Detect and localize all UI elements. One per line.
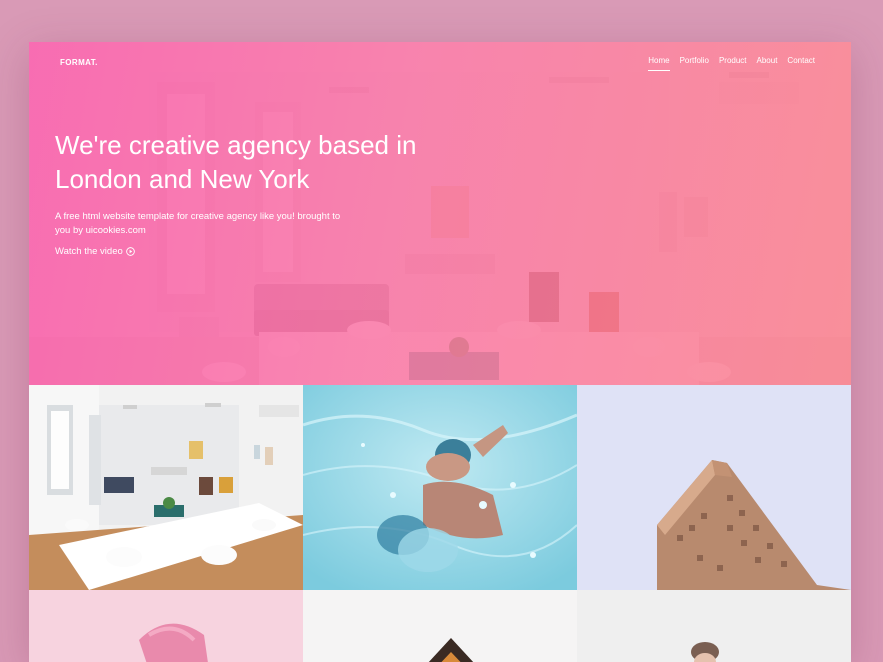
building-photo	[577, 385, 851, 590]
page-frame: FORMAT. Home Portfolio Product About Con…	[29, 42, 851, 662]
house-photo	[303, 590, 577, 662]
main-nav: Home Portfolio Product About Contact	[648, 56, 815, 71]
play-circle-icon	[125, 247, 135, 256]
swimmer-photo	[303, 385, 577, 590]
office-photo	[29, 385, 303, 590]
portrait-photo	[577, 590, 851, 662]
hero-section: FORMAT. Home Portfolio Product About Con…	[29, 42, 851, 385]
hero-title: We're creative agency based in London an…	[55, 130, 417, 194]
hero-description: A free html website template for creativ…	[55, 211, 341, 236]
gallery-tile-office[interactable]	[29, 385, 303, 590]
nav-item-portfolio[interactable]: Portfolio	[680, 56, 709, 71]
watch-video-label: Watch the video	[55, 246, 123, 257]
nav-item-about[interactable]: About	[757, 56, 778, 71]
nav-item-contact[interactable]: Contact	[787, 56, 815, 71]
pink-photo	[29, 590, 303, 662]
gallery-tile-building[interactable]	[577, 385, 851, 590]
nav-item-product[interactable]: Product	[719, 56, 747, 71]
gallery-tile-swimmer[interactable]	[303, 385, 577, 590]
brand-logo[interactable]: FORMAT.	[60, 58, 98, 67]
gallery-tile-portrait[interactable]	[577, 590, 851, 662]
gallery-tile-pink[interactable]	[29, 590, 303, 662]
nav-item-home[interactable]: Home	[648, 56, 670, 71]
watch-video-link[interactable]: Watch the video	[55, 246, 135, 257]
gallery-tile-house[interactable]	[303, 590, 577, 662]
